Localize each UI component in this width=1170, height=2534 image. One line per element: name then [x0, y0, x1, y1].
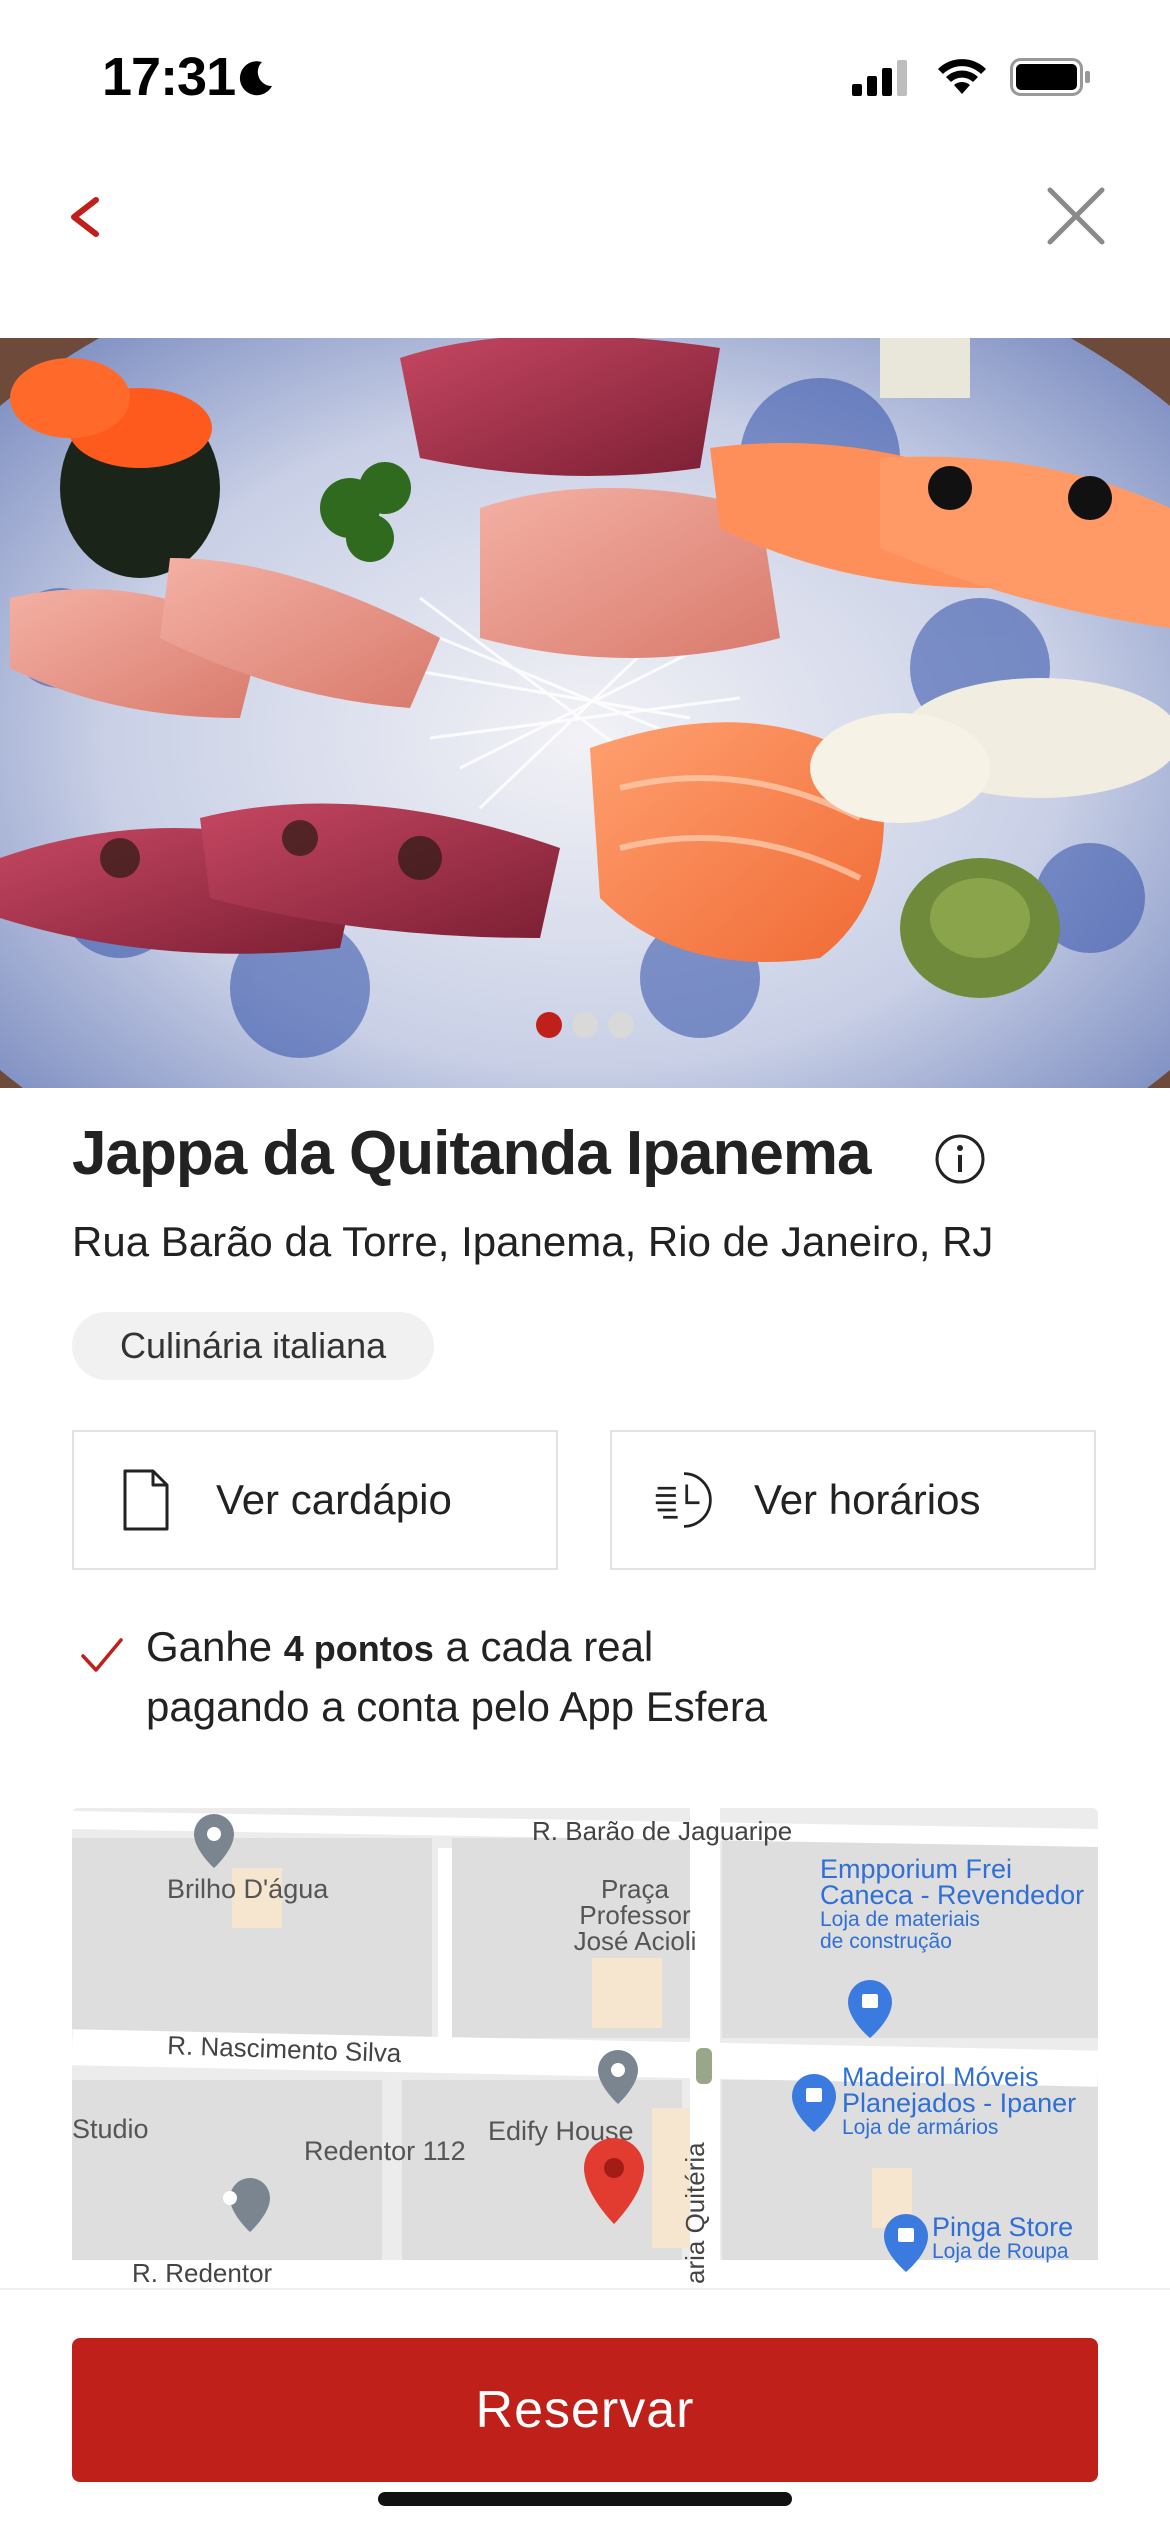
map-street-label: R. Redentor — [132, 2258, 273, 2288]
map-street-label: R. Barão de Jaguaripe — [532, 1816, 792, 1846]
map-place-label: Brilho D'água — [167, 1874, 329, 1904]
gallery-dot-3[interactable] — [608, 1012, 634, 1038]
points-amount: 4 pontos — [283, 1628, 434, 1669]
points-info: Ganhe 4 pontos a cada real pagando a con… — [146, 1618, 767, 1736]
checkmark-icon — [81, 1638, 123, 1672]
restaurant-name: Jappa da Quitanda Ipanema — [72, 1119, 871, 1188]
view-hours-label: Ver horários — [754, 1476, 981, 1523]
gallery-dot-1[interactable] — [536, 1012, 562, 1038]
location-map[interactable]: R. Barão de Jaguaripe R. Nascimento Silv… — [72, 1808, 1098, 2288]
map-place-label: Redentor 112 — [304, 2136, 466, 2166]
points-suffix: a cada real — [445, 1623, 654, 1670]
map-place-label: Loja de materiais — [820, 1908, 980, 1931]
points-prefix: Ganhe — [146, 1623, 273, 1670]
restaurant-address: Rua Barão da Torre, Ipanema, Rio de Jane… — [72, 1218, 994, 1265]
wifi-icon — [938, 59, 986, 94]
chevron-left-icon — [71, 197, 99, 237]
map-place-label: Caneca - Revendedor — [820, 1880, 1084, 1910]
map-place-label: Studio — [72, 2114, 149, 2144]
cellular-signal-icon — [852, 60, 907, 96]
gallery-pagination — [0, 1012, 1170, 1042]
map-place-label: Loja de armários — [842, 2116, 998, 2139]
view-menu-label: Ver cardápio — [216, 1476, 452, 1523]
restaurant-photo[interactable] — [0, 338, 1170, 1088]
view-menu-button[interactable]: Ver cardápio — [72, 1430, 558, 1570]
map-place-label: Planejados - Ipaner — [842, 2088, 1076, 2118]
cuisine-tag: Culinária italiana — [72, 1312, 435, 1380]
points-line2: pagando a conta pelo App Esfera — [146, 1683, 768, 1730]
moon-icon — [239, 61, 272, 96]
document-icon — [123, 1469, 169, 1531]
view-hours-button[interactable]: Ver horários — [610, 1430, 1096, 1570]
map-place-label: de construção — [820, 1930, 952, 1953]
info-icon[interactable] — [934, 1133, 986, 1185]
reserve-button[interactable]: Reservar — [72, 2338, 1098, 2482]
close-button[interactable] — [1040, 180, 1110, 250]
gallery-dot-2[interactable] — [572, 1012, 598, 1038]
clock-list-icon — [655, 1472, 712, 1528]
map-place-label: Pinga Store — [932, 2212, 1073, 2242]
map-place-label: Loja de Roupa — [932, 2240, 1069, 2263]
sushi-plate-image — [0, 338, 1170, 1088]
traffic-light-icon — [696, 2048, 712, 2084]
home-indicator[interactable] — [378, 2492, 792, 2506]
back-button[interactable] — [60, 180, 120, 250]
close-icon — [1047, 187, 1105, 245]
map-street-label: aria Quitéria — [680, 2142, 710, 2284]
battery-icon — [1010, 58, 1090, 96]
status-time: 17:31 — [102, 47, 236, 107]
map-place-label: José Acioli — [574, 1926, 697, 1956]
